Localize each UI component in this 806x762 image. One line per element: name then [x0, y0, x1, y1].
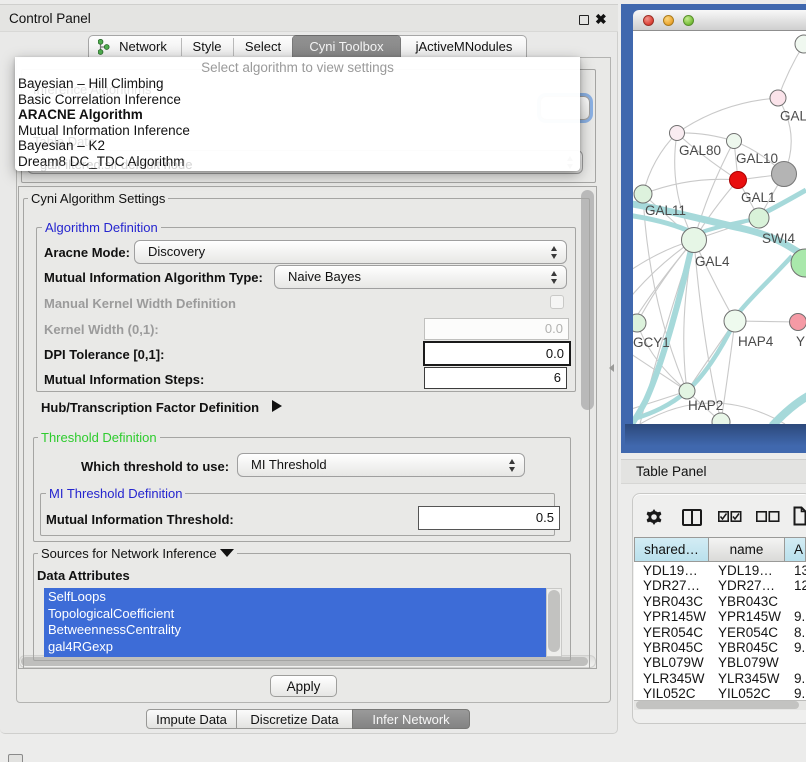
- svg-text:HAP2: HAP2: [688, 398, 723, 413]
- svg-text:GAL4: GAL4: [695, 254, 730, 269]
- svg-text:GAL80: GAL80: [679, 143, 721, 158]
- svg-text:GAL10: GAL10: [736, 151, 778, 166]
- svg-text:YM: YM: [796, 334, 806, 349]
- svg-text:GAL7: GAL7: [780, 109, 806, 124]
- svg-text:HAP4: HAP4: [738, 334, 774, 349]
- svg-text:SWI4: SWI4: [762, 231, 795, 246]
- svg-text:GAL11: GAL11: [645, 203, 686, 218]
- svg-text:GAL1: GAL1: [741, 190, 776, 205]
- svg-text:GCY1: GCY1: [633, 335, 670, 350]
